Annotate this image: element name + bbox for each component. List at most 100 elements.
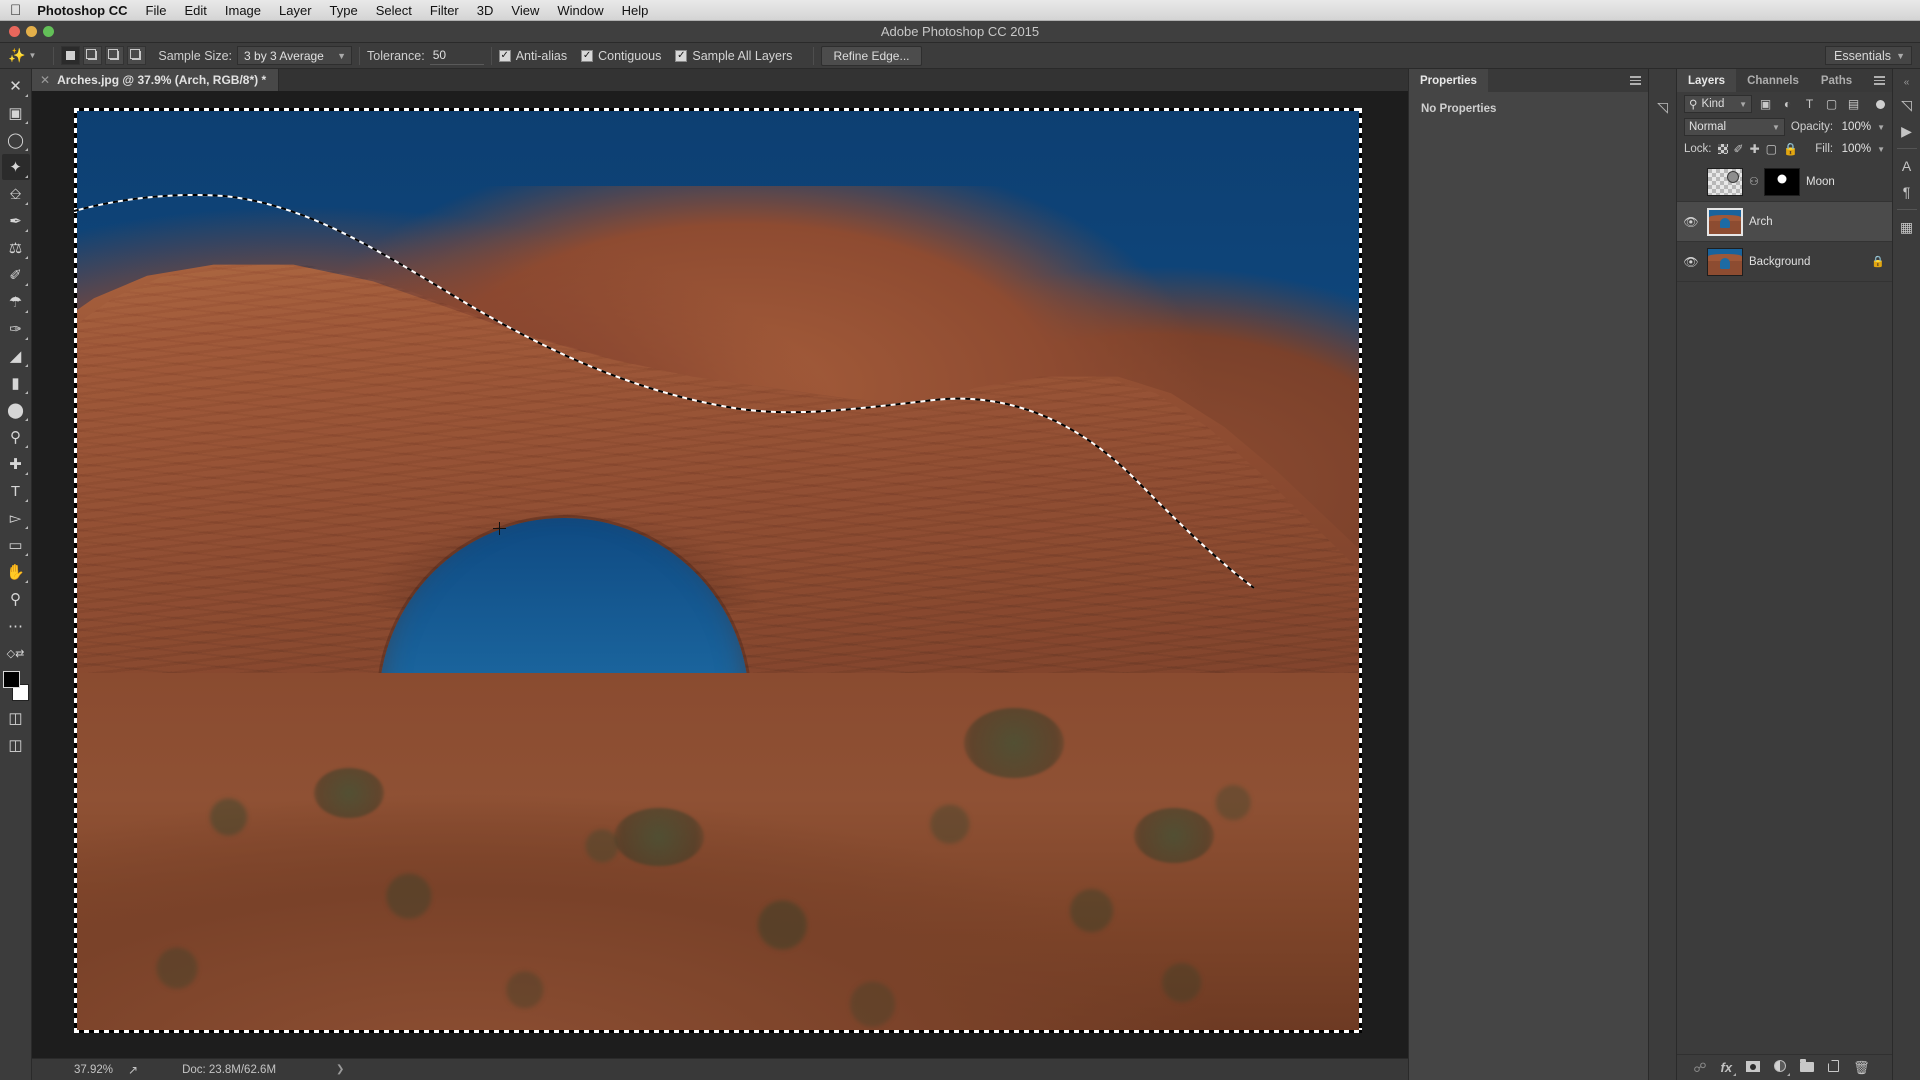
- layer-name[interactable]: Arch: [1749, 216, 1773, 228]
- type-filter-icon[interactable]: T: [1801, 96, 1818, 113]
- menu-item-type[interactable]: Type: [330, 3, 358, 18]
- adjustment-filter-icon[interactable]: ◐: [1779, 96, 1796, 113]
- eraser-tool[interactable]: ◢: [2, 343, 30, 369]
- move-tool[interactable]: ✕: [2, 73, 30, 99]
- panel-menu-icon[interactable]: [1630, 69, 1648, 92]
- lock-transparent-pixels-icon[interactable]: [1717, 144, 1728, 154]
- layer-name[interactable]: Background: [1749, 256, 1810, 268]
- gradient-tool[interactable]: ▮: [2, 370, 30, 396]
- dodge-tool[interactable]: ⚲: [2, 424, 30, 450]
- apple-icon[interactable]: : [10, 3, 21, 18]
- smartobject-filter-icon[interactable]: ▤: [1845, 96, 1862, 113]
- lock-position-icon[interactable]: ✚: [1750, 142, 1760, 156]
- menu-item-help[interactable]: Help: [622, 3, 649, 18]
- hand-tool[interactable]: ✋: [2, 559, 30, 585]
- menu-item-edit[interactable]: Edit: [184, 3, 206, 18]
- collapse-panels-icon[interactable]: «: [1904, 77, 1910, 88]
- blend-mode-select[interactable]: Normal ▼: [1684, 118, 1785, 136]
- foreground-color-swatch[interactable]: [2, 671, 20, 688]
- add-to-selection-button[interactable]: [83, 46, 103, 65]
- history-brush-tool[interactable]: ✑: [2, 316, 30, 342]
- paragraph-icon[interactable]: ¶: [1895, 179, 1919, 205]
- intersect-with-selection-button[interactable]: [127, 46, 147, 65]
- path-selection-tool[interactable]: ▻: [2, 505, 30, 531]
- zoom-level[interactable]: 37.92%: [74, 1064, 128, 1076]
- screen-mode-icon[interactable]: ◫: [2, 732, 30, 758]
- tab-channels[interactable]: Channels: [1736, 69, 1810, 92]
- pen-tool[interactable]: ✚: [2, 451, 30, 477]
- canvas-viewport[interactable]: [32, 91, 1408, 1058]
- menu-item-3d[interactable]: 3D: [477, 3, 494, 18]
- sample-size-select[interactable]: 3 by 3 Average ▼: [237, 46, 353, 65]
- character-icon[interactable]: A: [1895, 153, 1919, 179]
- menu-app-name[interactable]: Photoshop CC: [37, 3, 127, 18]
- layer-visibility-toggle[interactable]: 👁: [1681, 255, 1701, 269]
- active-tool-preset[interactable]: ✨ ▼: [8, 47, 36, 64]
- new-adjustment-layer-icon[interactable]: [1774, 1060, 1791, 1076]
- layer-thumbnail[interactable]: [1707, 167, 1743, 196]
- layer-row-arch[interactable]: 👁 Arch: [1677, 202, 1892, 242]
- clone-stamp-tool[interactable]: ☂: [2, 289, 30, 315]
- lock-image-pixels-icon[interactable]: ✐: [1734, 142, 1744, 156]
- filter-toggle-icon[interactable]: [1876, 99, 1885, 109]
- contiguous-checkbox[interactable]: ✓ Contiguous: [581, 49, 661, 63]
- anti-alias-checkbox[interactable]: ✓ Anti-alias: [498, 49, 567, 63]
- menu-item-filter[interactable]: Filter: [430, 3, 459, 18]
- layer-style-fx-icon[interactable]: fx: [1721, 1060, 1737, 1076]
- default-colors-swap-icon[interactable]: ◇⇄: [2, 640, 30, 666]
- pixel-filter-icon[interactable]: ▣: [1757, 96, 1774, 113]
- layer-thumbnail[interactable]: [1707, 207, 1743, 236]
- delete-layer-icon[interactable]: 🗑: [1853, 1060, 1870, 1076]
- tab-properties[interactable]: Properties: [1409, 69, 1488, 92]
- menu-item-select[interactable]: Select: [376, 3, 412, 18]
- new-selection-button[interactable]: [61, 46, 81, 65]
- new-layer-icon[interactable]: [1827, 1059, 1840, 1075]
- close-icon[interactable]: ✕: [40, 73, 50, 87]
- chevron-down-icon[interactable]: ▼: [1877, 145, 1885, 154]
- layer-mask-thumbnail[interactable]: [1764, 167, 1800, 196]
- lock-all-icon[interactable]: 🔒: [1783, 142, 1798, 156]
- lock-artboard-nesting-icon[interactable]: ▢: [1766, 142, 1777, 156]
- type-tool[interactable]: T: [2, 478, 30, 504]
- layer-kind-filter-select[interactable]: ⚲ Kind ▼: [1684, 95, 1752, 113]
- shape-filter-icon[interactable]: ▢: [1823, 96, 1840, 113]
- rectangle-tool[interactable]: ▭: [2, 532, 30, 558]
- layer-thumbnail[interactable]: [1707, 247, 1743, 276]
- layer-row-background[interactable]: 👁 Background 🔒: [1677, 242, 1892, 282]
- menu-item-image[interactable]: Image: [225, 3, 261, 18]
- chevron-down-icon[interactable]: ▼: [1877, 123, 1885, 132]
- tab-paths[interactable]: Paths: [1810, 69, 1863, 92]
- crop-tool[interactable]: ⎒: [2, 181, 30, 207]
- quick-mask-icon[interactable]: ◫: [2, 705, 30, 731]
- opacity-value[interactable]: 100%: [1839, 121, 1871, 133]
- layer-row-moon[interactable]: ⚇ Moon: [1677, 162, 1892, 202]
- menu-item-file[interactable]: File: [146, 3, 167, 18]
- layer-visibility-toggle[interactable]: 👁: [1681, 215, 1701, 229]
- new-group-icon[interactable]: [1800, 1059, 1815, 1075]
- document-tab[interactable]: ✕ Arches.jpg @ 37.9% (Arch, RGB/8*) *: [32, 69, 280, 91]
- menu-item-window[interactable]: Window: [557, 3, 603, 18]
- workspace-select[interactable]: Essentials ▼: [1825, 46, 1912, 65]
- zoom-tool[interactable]: ⚲: [2, 586, 30, 612]
- mask-link-icon[interactable]: ⚇: [1749, 175, 1759, 188]
- history-icon[interactable]: ◹: [1895, 92, 1919, 118]
- add-layer-mask-icon[interactable]: [1746, 1060, 1761, 1075]
- 3d-icon[interactable]: ▦: [1895, 214, 1919, 240]
- chevron-right-icon[interactable]: ❯: [336, 1064, 344, 1075]
- edit-toolbar-ellipsis-icon[interactable]: ⋯: [2, 613, 30, 639]
- subtract-from-selection-button[interactable]: [105, 46, 125, 65]
- panel-menu-icon[interactable]: [1874, 69, 1892, 92]
- tolerance-input[interactable]: [429, 46, 484, 65]
- history-panel-icon[interactable]: ◹: [1657, 99, 1668, 116]
- menu-item-layer[interactable]: Layer: [279, 3, 312, 18]
- share-icon[interactable]: ↗: [128, 1063, 138, 1077]
- link-layers-icon[interactable]: ☍: [1693, 1060, 1706, 1076]
- tab-layers[interactable]: Layers: [1677, 69, 1737, 92]
- chevron-down-icon[interactable]: ▼: [28, 51, 36, 60]
- color-swatches[interactable]: [2, 671, 30, 701]
- brush-tool[interactable]: ✐: [2, 262, 30, 288]
- image-canvas[interactable]: [74, 108, 1362, 1033]
- sample-all-layers-checkbox[interactable]: ✓ Sample All Layers: [675, 49, 792, 63]
- refine-edge-button[interactable]: Refine Edge...: [821, 45, 922, 66]
- rectangular-marquee-tool[interactable]: ▣: [2, 100, 30, 126]
